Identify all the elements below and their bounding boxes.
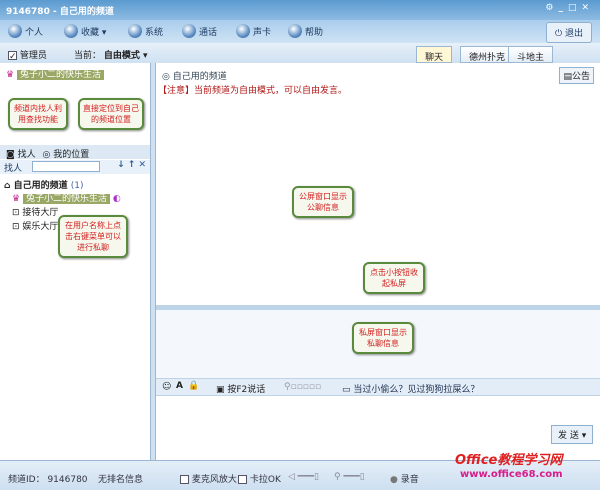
speaker-icon bbox=[236, 24, 250, 38]
label: 帮助 bbox=[305, 27, 324, 38]
username: 兔子小二的快乐生活 bbox=[16, 70, 104, 80]
search-label: 找人 bbox=[4, 164, 23, 174]
find-tabs: ◙ 找人 ◎ 我的位置 bbox=[0, 145, 150, 160]
callout-private-chat: 在用户名称上点击右键菜单可以进行私聊 bbox=[58, 215, 128, 258]
lock-icon[interactable]: 🔒 bbox=[188, 381, 199, 391]
record-button[interactable]: ● 录音 bbox=[390, 472, 419, 485]
label: 麦克风放大 bbox=[191, 475, 237, 485]
label: 找人 bbox=[17, 150, 36, 160]
label: 卡拉OK bbox=[249, 475, 281, 485]
toolbar-system[interactable]: 系统 bbox=[128, 24, 163, 38]
user-icon bbox=[8, 24, 22, 38]
user-icon: ♛ bbox=[6, 70, 15, 80]
toolbar-help[interactable]: 帮助 bbox=[288, 24, 323, 38]
send-button[interactable]: 发 送 ▾ bbox=[551, 425, 594, 444]
notice-text: 【注意】当前频道为自由模式，可以自由发言。 bbox=[158, 86, 348, 96]
top-user[interactable]: ♛ 兔子小二的快乐生活 bbox=[6, 67, 104, 80]
window-title: 9146780 - 自己用的频道 bbox=[6, 7, 114, 17]
mic-level-meter: ⚲▫▫▫▫▫ bbox=[284, 382, 322, 392]
mode-select: 自由模式 ▾ bbox=[103, 51, 148, 61]
label: 系统 bbox=[145, 27, 164, 38]
chat-channel: ◎ 自己用的频道 bbox=[162, 72, 227, 82]
label: 当前： bbox=[74, 51, 102, 61]
tip-text: ▭ 当过小偷么？见过狗狗拉屎么？ bbox=[342, 385, 480, 395]
star-icon bbox=[64, 24, 78, 38]
channel-count: (1) bbox=[70, 181, 84, 191]
toolbar: 个人 收藏 ▾ 系统 通话 声卡 帮助 ⏻ 退出 bbox=[0, 20, 600, 43]
power-icon: ⏻ bbox=[555, 29, 565, 39]
mic-icon: ◐ bbox=[112, 194, 121, 204]
toolbar-soundcard[interactable]: 声卡 bbox=[236, 24, 271, 38]
status-bar: 频道ID： 9146780 无排名信息 麦克风放大 卡拉OK ◁ ━━━▯ ⚲ … bbox=[0, 453, 600, 490]
watermark: Office教程学习网 bbox=[455, 453, 563, 468]
room-item[interactable]: ⊡ 娱乐大厅 bbox=[12, 219, 58, 232]
callout-public-screen: 公屏窗口显示公聊信息 bbox=[292, 186, 354, 218]
help-icon bbox=[288, 24, 302, 38]
window-controls[interactable]: ⚙_□✕ bbox=[545, 3, 594, 13]
label: 退出 bbox=[564, 29, 583, 39]
tab-doudizhu[interactable]: 斗地主 bbox=[508, 46, 554, 63]
emoji-icon[interactable]: ☺ bbox=[162, 382, 171, 392]
callout-collapse: 点击小按钮收起私屏 bbox=[363, 262, 425, 294]
channel-user[interactable]: ♛ 兔子小二的快乐生活 ◐ bbox=[12, 191, 121, 204]
label: 收藏 ▾ bbox=[81, 27, 107, 38]
checkbox-box: ✓ bbox=[8, 51, 17, 62]
rank-info: 无排名信息 bbox=[98, 475, 144, 485]
volume-slider[interactable]: ◁ ━━━▯ bbox=[288, 472, 319, 482]
label: 录音 bbox=[400, 475, 419, 485]
label: 公告 bbox=[571, 72, 590, 82]
label: 个人 bbox=[25, 27, 44, 38]
toolbar-personal[interactable]: 个人 bbox=[8, 24, 43, 38]
checkbox-box bbox=[180, 475, 189, 484]
mic-boost-checkbox[interactable]: 麦克风放大 bbox=[180, 472, 237, 485]
search-row: 找人 ↓ ↑ ✕ bbox=[0, 160, 150, 174]
karaoke-checkbox[interactable]: 卡拉OK bbox=[238, 472, 281, 485]
label: 管理员 bbox=[19, 51, 47, 61]
record-icon: ● bbox=[390, 475, 398, 485]
home-icon: ⌂ bbox=[4, 181, 11, 191]
ptt-button[interactable]: ▣ 按F2说话 bbox=[216, 382, 265, 395]
input-toolbar: ☺ A 🔒 ▣ 按F2说话 ⚲▫▫▫▫▫ ▭ 当过小偷么？见过狗狗拉屎么？ bbox=[156, 378, 600, 396]
channel-name: 自己用的频道 bbox=[13, 181, 68, 191]
label: 通话 bbox=[199, 27, 218, 38]
callout-find: 频道内找人利用查找功能 bbox=[8, 98, 68, 130]
exit-button[interactable]: ⏻ 退出 bbox=[546, 22, 592, 43]
room-name: 娱乐大厅 bbox=[22, 222, 59, 232]
notice-button[interactable]: ▤公告 bbox=[559, 67, 594, 84]
label: 我的位置 bbox=[53, 150, 90, 160]
gear-icon bbox=[128, 24, 142, 38]
label: 声卡 bbox=[253, 27, 272, 38]
tab-texas-poker[interactable]: 德州扑克 bbox=[460, 46, 515, 63]
watermark-url: www.office68.com bbox=[460, 469, 563, 480]
channel-id: 频道ID： 9146780 bbox=[8, 475, 88, 485]
toolbar-favorites[interactable]: 收藏 ▾ bbox=[64, 24, 106, 38]
current-mode[interactable]: 当前： 自由模式 ▾ bbox=[74, 48, 148, 61]
title-bar: 9146780 - 自己用的频道 ⚙_□✕ bbox=[0, 0, 600, 20]
username: 兔子小二的快乐生活 bbox=[22, 194, 110, 204]
tab-find[interactable]: ◙ 找人 bbox=[6, 150, 36, 160]
checkbox-box bbox=[238, 475, 247, 484]
search-input[interactable] bbox=[32, 161, 100, 172]
mic-slider[interactable]: ⚲ ━━━▯ bbox=[334, 472, 365, 482]
admin-checkbox[interactable]: ✓ 管理员 bbox=[8, 48, 47, 62]
phone-icon bbox=[182, 24, 196, 38]
tab-chat[interactable]: 聊天 bbox=[416, 46, 453, 63]
toolbar-call[interactable]: 通话 bbox=[182, 24, 217, 38]
search-nav-buttons[interactable]: ↓ ↑ ✕ bbox=[117, 160, 146, 170]
label: 当过小偷么？见过狗狗拉屎么？ bbox=[353, 385, 480, 395]
callout-private-screen: 私屏窗口显示私聊信息 bbox=[352, 322, 414, 354]
font-icon[interactable]: A bbox=[176, 381, 183, 391]
label: 按F2说话 bbox=[227, 385, 266, 395]
user-icon: ♛ bbox=[12, 194, 21, 204]
channel-name: 自己用的频道 bbox=[172, 72, 227, 82]
label: 发 送 bbox=[558, 431, 579, 441]
callout-location: 直接定位到自己的频道位置 bbox=[78, 98, 144, 130]
room-item[interactable]: ⊡ 接待大厅 bbox=[12, 205, 58, 218]
channel-node[interactable]: ⌂ 自己用的频道 (1) bbox=[4, 178, 84, 191]
tab-my-location[interactable]: ◎ 我的位置 bbox=[42, 150, 89, 160]
room-name: 接待大厅 bbox=[22, 208, 59, 218]
